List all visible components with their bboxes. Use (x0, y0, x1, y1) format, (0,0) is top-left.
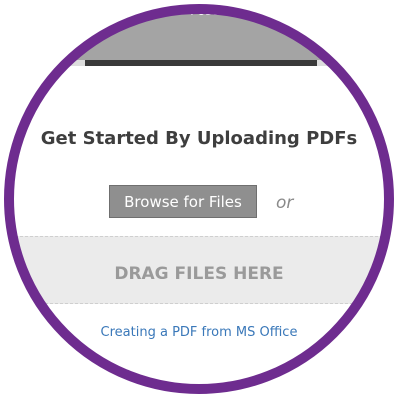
nav-item-label: ders (0, 4, 13, 19)
upload-title: Get Started By Uploading PDFs (40, 128, 358, 149)
nav-item-label-line2: Pam (90, 19, 118, 34)
drop-zone-label: DRAG FILES HERE (114, 264, 284, 284)
nav-item-label: Stapled & Long (54, 4, 154, 19)
page: ders Stapled & Long Pam Poste Booklets G… (0, 0, 398, 398)
help-link-pdf-ms-office[interactable]: Creating a PDF from MS Office (0, 325, 398, 340)
browse-files-button[interactable]: Browse for Files (109, 185, 257, 218)
nav-item-posters[interactable]: Poste (190, 4, 225, 19)
nav-item-booklets[interactable]: Booklets (306, 4, 362, 19)
upload-panel (0, 66, 398, 398)
nav-item-label: Booklets (306, 4, 362, 19)
top-navigation: ders Stapled & Long Pam Poste Booklets (0, 0, 398, 60)
or-separator: or (276, 193, 294, 213)
nav-item-folders[interactable]: ders (0, 4, 12, 19)
nav-item-stapled-long[interactable]: Stapled & Long Pam (48, 4, 160, 34)
nav-item-label: Poste (190, 4, 226, 19)
